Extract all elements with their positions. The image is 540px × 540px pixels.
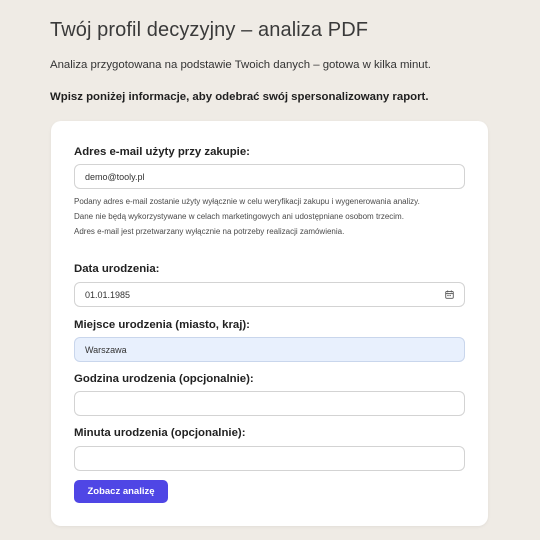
calendar-icon[interactable] (445, 290, 454, 299)
page-title: Twój profil decyzyjny – analiza PDF (50, 19, 369, 41)
page-subtitle: Analiza przygotowana na podstawie Twoich… (50, 59, 431, 71)
notice-line: Adres e-mail jest przetwarzany wyłącznie… (74, 227, 345, 236)
birth-minute-field[interactable] (74, 446, 465, 471)
birth-date-label: Data urodzenia: (74, 263, 160, 275)
notice-line: Podany adres e-mail zostanie użyty wyłąc… (74, 197, 420, 206)
birth-place-field[interactable]: Warszawa (74, 337, 465, 362)
birth-hour-field[interactable] (74, 391, 465, 416)
notice-line: Dane nie będą wykorzystywane w celach ma… (74, 212, 404, 221)
submit-button[interactable]: Zobacz analizę (74, 480, 168, 503)
email-label: Adres e-mail użyty przy zakupie: (74, 146, 250, 158)
birth-date-value: 01.01.1985 (85, 289, 131, 300)
form-card: Adres e-mail użyty przy zakupie: demo@to… (51, 121, 488, 526)
birth-date-field[interactable]: 01.01.1985 (74, 282, 465, 307)
birth-minute-label: Minuta urodzenia (opcjonalnie): (74, 427, 246, 439)
form-instruction: Wpisz poniżej informacje, aby odebrać sw… (50, 91, 429, 103)
email-notice: Podany adres e-mail zostanie użyty wyłąc… (74, 194, 469, 239)
birth-place-label: Miejsce urodzenia (miasto, kraj): (74, 319, 250, 331)
email-field[interactable]: demo@tooly.pl (74, 164, 465, 189)
birth-place-value: Warszawa (85, 344, 127, 355)
birth-hour-label: Godzina urodzenia (opcjonalnie): (74, 373, 254, 385)
email-value: demo@tooly.pl (85, 171, 145, 182)
page: Twój profil decyzyjny – analiza PDF Anal… (0, 0, 540, 540)
